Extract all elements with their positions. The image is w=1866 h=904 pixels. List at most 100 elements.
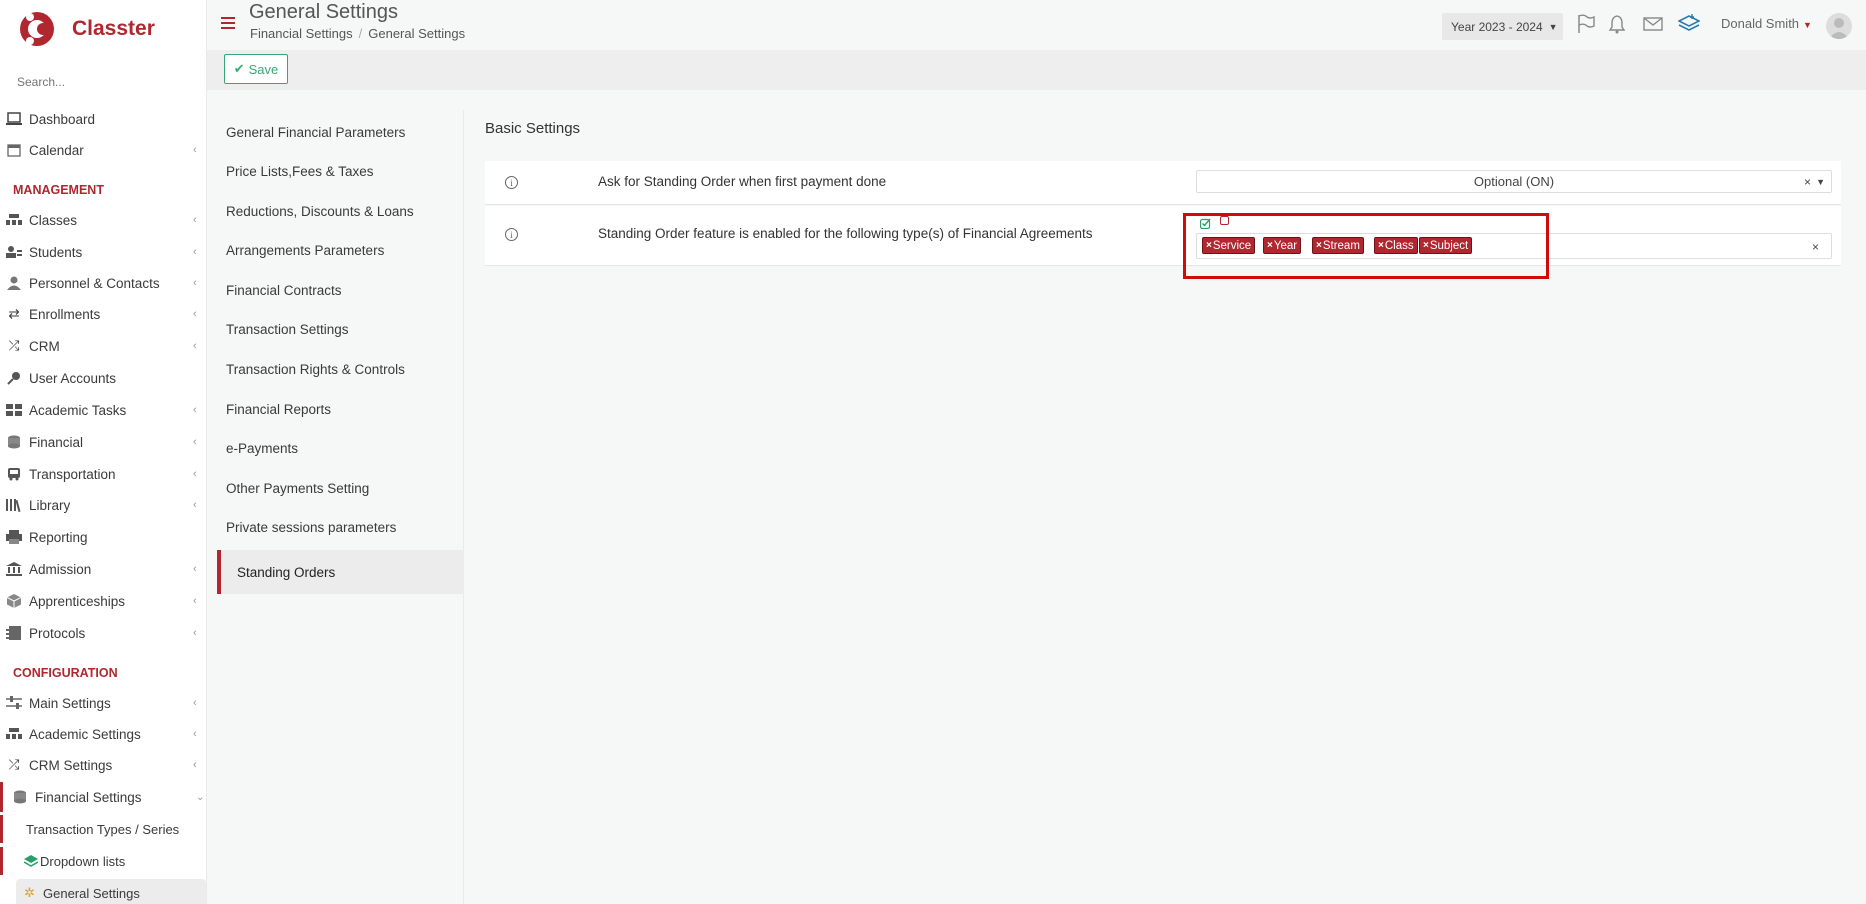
section-management-title: MANAGEMENT	[13, 183, 104, 197]
setting-row-agreement-types: i Standing Order feature is enabled for …	[485, 206, 1841, 266]
sliders-icon	[6, 695, 22, 711]
sidebar-search-input[interactable]	[8, 70, 191, 94]
year-select-value: Year 2023 - 2024	[1451, 19, 1543, 34]
standing-order-select[interactable]: Optional (ON) × ▼	[1196, 170, 1832, 193]
sidebar-item-main-settings[interactable]: Main Settings ‹	[0, 688, 207, 718]
clear-icon[interactable]: ×	[1804, 175, 1811, 189]
chevron-left-icon: ‹	[193, 246, 197, 258]
chevron-left-icon: ‹	[193, 277, 197, 289]
breadcrumb-general-settings: General Settings	[368, 26, 466, 41]
gear-icon: ✲	[24, 885, 35, 900]
laptop-icon	[6, 111, 22, 127]
year-select[interactable]: Year 2023 - 2024 ▼	[1442, 13, 1563, 40]
highlight-box	[1183, 213, 1549, 279]
sidebar-item-classes[interactable]: Classes ‹	[0, 205, 207, 235]
chevron-left-icon: ‹	[193, 308, 197, 320]
sidebar-item-label: Academic Settings	[29, 726, 141, 742]
settings-menu-item-general-financial-parameters[interactable]: General Financial Parameters	[226, 125, 405, 140]
hamburger-menu-icon[interactable]	[221, 17, 235, 29]
students-icon	[6, 244, 22, 260]
settings-menu-item-financial-reports[interactable]: Financial Reports	[226, 402, 331, 417]
chevron-left-icon: ‹	[193, 499, 197, 511]
sidebar-subitem-transaction-types[interactable]: Transaction Types / Series	[0, 815, 207, 843]
sidebar-item-personnel[interactable]: Personnel & Contacts ‹	[0, 268, 207, 298]
mail-icon[interactable]	[1642, 13, 1664, 35]
settings-menu-item-reductions[interactable]: Reductions, Discounts & Loans	[226, 204, 414, 219]
sidebar-subitem-general-settings[interactable]: ✲ General Settings	[16, 879, 206, 904]
sidebar-item-label: CRM	[29, 338, 60, 354]
settings-menu-item-transaction-settings[interactable]: Transaction Settings	[226, 322, 349, 337]
sidebar-item-enrollments[interactable]: ⇄ Enrollments ‹	[0, 299, 207, 329]
chevron-left-icon: ‹	[193, 728, 197, 740]
settings-menu-item-financial-contracts[interactable]: Financial Contracts	[226, 283, 342, 298]
settings-menu-item-other-payments[interactable]: Other Payments Setting	[226, 481, 369, 496]
sidebar-item-label: Enrollments	[29, 306, 101, 322]
chevron-left-icon: ‹	[193, 214, 197, 226]
grid-icon	[6, 402, 22, 418]
sidebar-item-students[interactable]: Students ‹	[0, 237, 207, 267]
breadcrumb-financial-settings[interactable]: Financial Settings	[250, 26, 353, 41]
sidebar-item-crm-settings[interactable]: ⤮ CRM Settings ‹	[0, 750, 207, 780]
save-button[interactable]: ✔ Save	[224, 54, 288, 84]
sidebar-item-label: Admission	[29, 561, 92, 577]
sidebar-item-label: Protocols	[29, 625, 86, 641]
sidebar-item-label: Dashboard	[29, 111, 96, 127]
sidebar-item-label: CRM Settings	[29, 757, 113, 773]
classter-logo-icon	[20, 12, 54, 46]
flag-icon[interactable]	[1575, 13, 1597, 35]
shuffle-icon: ⤮	[8, 757, 20, 772]
settings-menu: General Financial Parameters Price Lists…	[207, 110, 464, 904]
sidebar-item-label: Classes	[29, 212, 78, 228]
sidebar-item-label: Financial	[29, 434, 84, 450]
sidebar-item-library[interactable]: Library ‹	[0, 490, 207, 520]
sidebar-item-label: Transportation	[29, 466, 116, 482]
check-icon: ✔	[233, 61, 245, 76]
sidebar-subitem-dropdown-lists[interactable]: Dropdown lists	[0, 847, 207, 875]
breadcrumb: Financial Settings / General Settings	[250, 26, 465, 41]
chevron-left-icon: ‹	[193, 595, 197, 607]
save-button-label: Save	[248, 61, 279, 77]
sidebar-item-financial-settings[interactable]: Financial Settings ⌄	[0, 782, 207, 812]
user-menu[interactable]: Donald Smith ▼	[1721, 16, 1812, 31]
classes-icon	[6, 726, 22, 742]
brand-name: Classter	[72, 17, 155, 40]
settings-menu-item-standing-orders[interactable]: Standing Orders	[217, 550, 464, 594]
settings-menu-item-e-payments[interactable]: e-Payments	[226, 441, 298, 456]
classes-icon	[6, 212, 22, 228]
info-icon[interactable]: i	[505, 228, 518, 241]
sidebar-item-reporting[interactable]: Reporting	[0, 522, 207, 552]
sidebar-item-label: Personnel & Contacts	[29, 275, 160, 291]
layers-icon	[23, 854, 39, 868]
clear-icon[interactable]: ×	[1812, 240, 1819, 254]
caret-down-icon: ▼	[1803, 20, 1812, 30]
settings-menu-item-transaction-rights[interactable]: Transaction Rights & Controls	[226, 362, 405, 377]
sidebar-item-academic-tasks[interactable]: Academic Tasks ‹	[0, 395, 207, 425]
settings-menu-item-private-sessions[interactable]: Private sessions parameters	[226, 520, 396, 535]
layers-stack-icon[interactable]	[1678, 13, 1700, 35]
sidebar-item-dashboard[interactable]: Dashboard	[0, 104, 207, 134]
section-title: Basic Settings	[485, 120, 581, 137]
sidebar-item-academic-settings[interactable]: Academic Settings ‹	[0, 719, 207, 749]
caret-down-icon: ▼	[1816, 176, 1825, 187]
sidebar-item-label: Financial Settings	[35, 789, 142, 805]
sidebar-item-user-accounts[interactable]: User Accounts	[0, 363, 207, 393]
sidebar-item-apprenticeships[interactable]: Apprenticeships ‹	[0, 586, 207, 616]
sidebar-item-crm[interactable]: ⤮ CRM ‹	[0, 331, 207, 361]
bell-icon[interactable]	[1606, 13, 1628, 35]
settings-menu-item-arrangements[interactable]: Arrangements Parameters	[226, 243, 384, 258]
avatar[interactable]	[1826, 13, 1852, 39]
chevron-left-icon: ‹	[193, 144, 197, 156]
sidebar-item-transportation[interactable]: Transportation ‹	[0, 459, 207, 489]
sidebar-item-financial[interactable]: Financial ‹	[0, 427, 207, 457]
sidebar-item-protocols[interactable]: Protocols ‹	[0, 618, 207, 648]
sidebar-item-calendar[interactable]: Calendar ‹	[0, 135, 207, 165]
info-icon[interactable]: i	[505, 176, 518, 189]
sidebar-item-label: User Accounts	[29, 370, 117, 386]
settings-menu-item-price-lists[interactable]: Price Lists,Fees & Taxes	[226, 164, 374, 179]
sidebar-item-admission[interactable]: Admission ‹	[0, 554, 207, 584]
books-icon	[6, 497, 22, 513]
brand[interactable]: Classter	[18, 8, 155, 50]
printer-icon	[6, 529, 22, 545]
chevron-left-icon: ‹	[193, 404, 197, 416]
sidebar-item-label: Main Settings	[29, 695, 111, 711]
